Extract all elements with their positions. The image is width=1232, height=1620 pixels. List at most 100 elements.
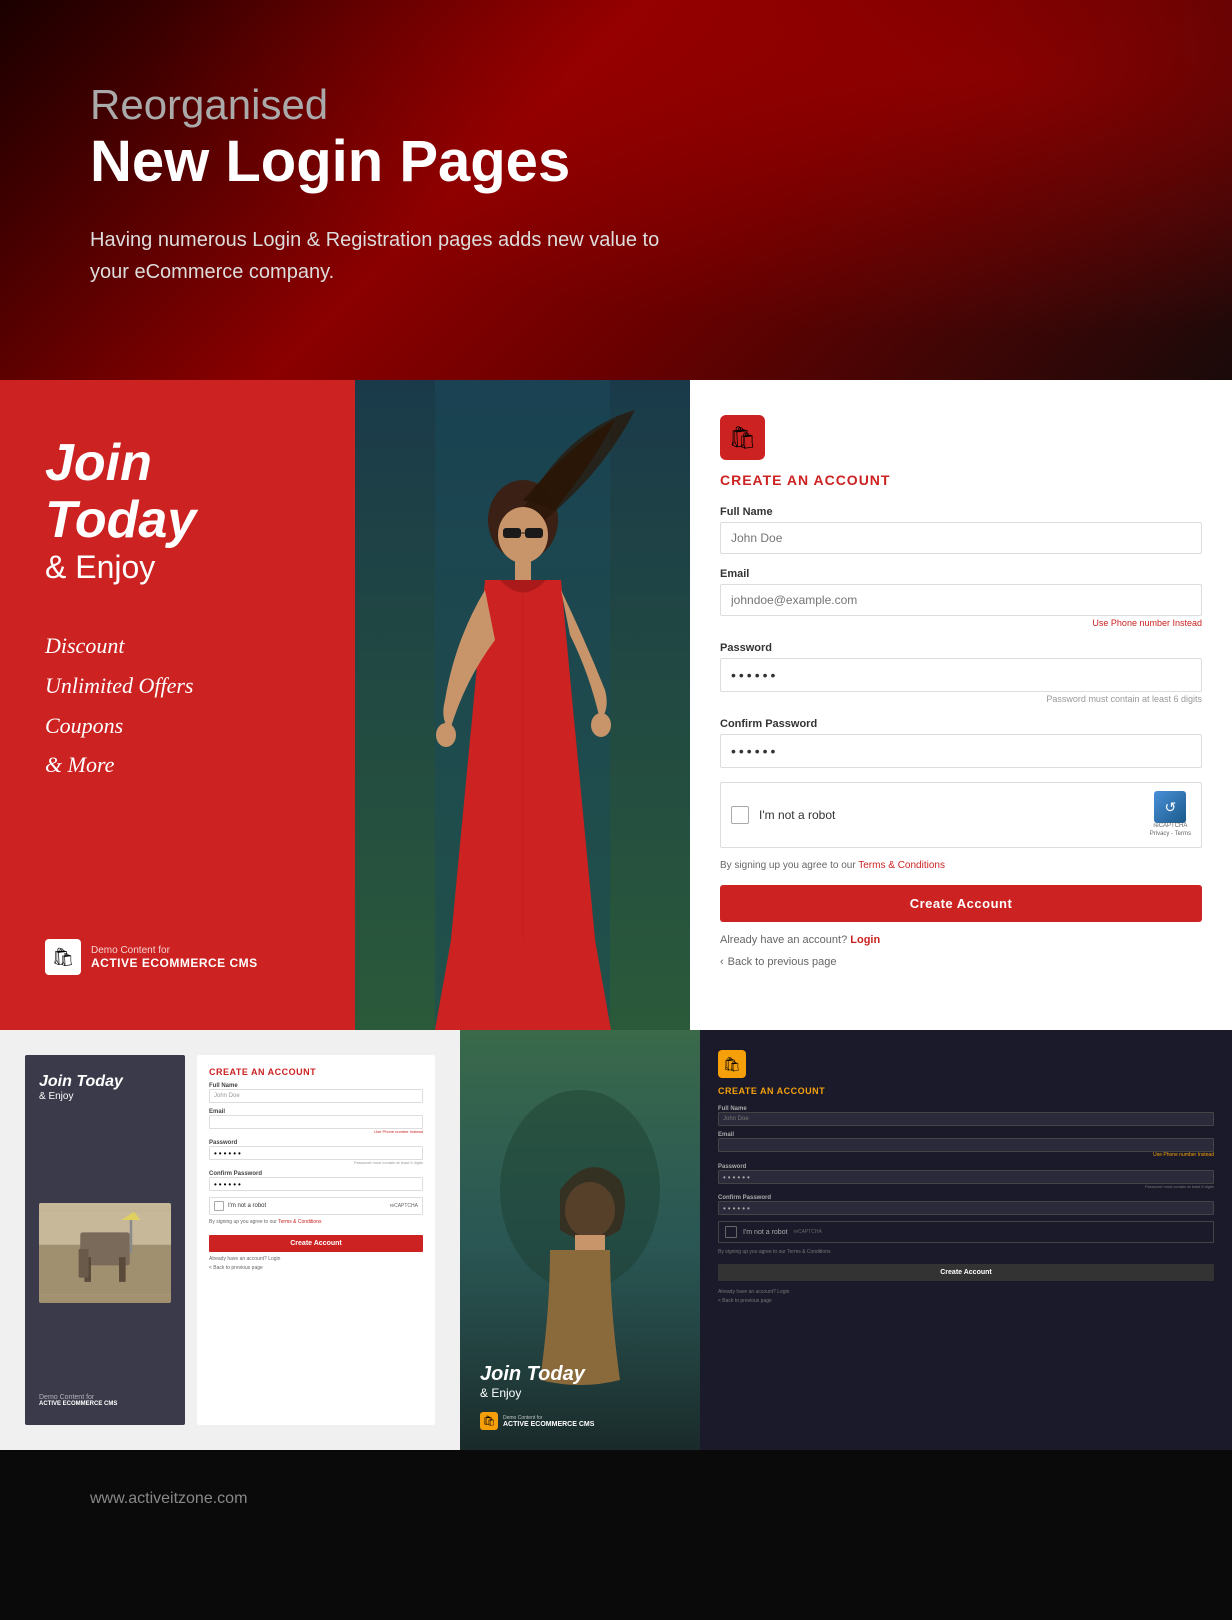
- photo-panel: [355, 380, 690, 1030]
- small-preview-dark-form: 🛍 CREATE AN ACCOUNT Full Name John Doe E…: [700, 1030, 1232, 1450]
- sp1-brand: Demo Content for ACTIVE ECOMMERCE CMS: [39, 1394, 171, 1407]
- feature-discount: Discount: [45, 626, 310, 666]
- sp1-enjoy: & Enjoy: [39, 1091, 171, 1102]
- sp2-join-title: Join Today: [480, 1363, 680, 1386]
- small-preview-car: Join Today & Enjoy 🛍 Demo Content for AC…: [460, 1030, 700, 1450]
- sp1-dark-panel: Join Today & Enjoy: [25, 1055, 185, 1425]
- terms-link[interactable]: Terms & Conditions: [858, 860, 945, 871]
- brand-text: Demo Content for ACTIVE ECOMMERCE CMS: [91, 945, 258, 970]
- sp1-room-image: [39, 1203, 171, 1303]
- sp3-email-field: Email Use Phone number Instead: [718, 1132, 1214, 1158]
- sp1-password-input[interactable]: ••••••: [209, 1146, 423, 1160]
- full-name-field: Full Name: [720, 506, 1202, 554]
- sp3-confirm-input[interactable]: ••••••: [718, 1201, 1214, 1215]
- login-row: Already have an account? Login: [720, 934, 1202, 946]
- sp1-form-title: CREATE AN ACCOUNT: [209, 1067, 423, 1077]
- confirm-label: Confirm Password: [720, 718, 1202, 730]
- sp1-join-title: Join Today: [39, 1073, 171, 1091]
- recaptcha-text: reCAPTCHAPrivacy - Terms: [1150, 823, 1191, 839]
- sp1-create-btn[interactable]: Create Account: [209, 1235, 423, 1252]
- form-panel: 🛍 CREATE AN ACCOUNT Full Name Email Use …: [690, 380, 1232, 1030]
- sp3-title: CREATE AN ACCOUNT: [718, 1086, 1214, 1096]
- room-svg: [39, 1203, 171, 1303]
- email-label: Email: [720, 568, 1202, 580]
- password-hint: Password must contain at least 6 digits: [720, 694, 1202, 704]
- password-label: Password: [720, 642, 1202, 654]
- sp2-enjoy: & Enjoy: [480, 1386, 680, 1400]
- sp3-captcha-label: I'm not a robot: [743, 1229, 788, 1236]
- join-title: Join Today & Enjoy: [45, 435, 310, 586]
- create-account-button[interactable]: Create Account: [720, 885, 1202, 922]
- sp1-back-link[interactable]: < Back to previous page: [209, 1265, 423, 1271]
- sp2-brand: 🛍 Demo Content for ACTIVE ECOMMERCE CMS: [480, 1412, 680, 1430]
- feature-unlimited: Unlimited Offers: [45, 666, 310, 706]
- sp3-confirm-field: Confirm Password ••••••: [718, 1195, 1214, 1215]
- sp1-terms: By signing up you agree to our Terms & C…: [209, 1219, 423, 1225]
- sp3-email-input[interactable]: [718, 1138, 1214, 1152]
- sp1-fullname-field: Full Name John Doe: [209, 1083, 423, 1103]
- confirm-password-field: Confirm Password: [720, 718, 1202, 768]
- sp1-login-text: Already have an account? Login: [209, 1256, 423, 1262]
- captcha-row[interactable]: I'm not a robot ↺ reCAPTCHAPrivacy - Ter…: [720, 782, 1202, 848]
- sp1-form: CREATE AN ACCOUNT Full Name John Doe Ema…: [197, 1055, 435, 1425]
- recaptcha-logo: ↺: [1154, 791, 1186, 823]
- footer-url: www.activeitzone.com: [90, 1490, 1142, 1508]
- sp2-brand-name: ACTIVE ECOMMERCE CMS: [503, 1421, 594, 1428]
- brand-footer: 🛍 Demo Content for ACTIVE ECOMMERCE CMS: [45, 939, 310, 975]
- email-field: Email Use Phone number Instead: [720, 568, 1202, 628]
- header-title: New Login Pages: [90, 130, 1142, 194]
- sp1-fullname-input[interactable]: John Doe: [209, 1089, 423, 1103]
- phone-hint: Use Phone number Instead: [720, 618, 1202, 628]
- brand-icon: 🛍: [45, 939, 81, 975]
- sp1-confirm-input[interactable]: ••••••: [209, 1177, 423, 1191]
- password-input[interactable]: [720, 658, 1202, 692]
- sp1-email-field: Email Use Phone number Instead: [209, 1109, 423, 1134]
- sp3-login-text: Already have an account? Login: [718, 1289, 1214, 1295]
- captcha-checkbox[interactable]: [731, 806, 749, 824]
- sp3-fullname-input[interactable]: John Doe: [718, 1112, 1214, 1126]
- woman-figure-svg: [355, 380, 690, 1030]
- red-panel: Join Today & Enjoy Discount Unlimited Of…: [0, 380, 355, 1030]
- car-background: Join Today & Enjoy 🛍 Demo Content for AC…: [460, 1030, 700, 1450]
- sp2-text: Join Today & Enjoy 🛍 Demo Content for AC…: [480, 1363, 680, 1430]
- feature-coupons: Coupons: [45, 706, 310, 746]
- small-preview-light: Join Today & Enjoy: [0, 1030, 460, 1450]
- confirm-password-input[interactable]: [720, 734, 1202, 768]
- captcha-label: I'm not a robot: [759, 808, 1140, 822]
- previews-wrapper: Join Today & Enjoy Discount Unlimited Of…: [0, 380, 1232, 1450]
- form-title: CREATE AN ACCOUNT: [720, 472, 1202, 488]
- sp2-brand-icon: 🛍: [480, 1412, 498, 1430]
- feature-more: & More: [45, 745, 310, 785]
- sp3-recaptcha: reCAPTCHA: [794, 1229, 822, 1235]
- sp3-fullname-field: Full Name John Doe: [718, 1106, 1214, 1126]
- sp3-captcha: I'm not a robot reCAPTCHA: [718, 1221, 1214, 1243]
- sp1-password-field: Password •••••• Password must contain at…: [209, 1140, 423, 1165]
- sp3-create-btn[interactable]: Create Account: [718, 1264, 1214, 1281]
- sp3-phone-hint: Use Phone number Instead: [718, 1152, 1214, 1158]
- login-link[interactable]: Login: [850, 934, 880, 946]
- sp3-logo: 🛍: [718, 1050, 746, 1078]
- sp1-captcha-check[interactable]: [214, 1201, 224, 1211]
- sp1-email-input[interactable]: [209, 1115, 423, 1129]
- full-name-label: Full Name: [720, 506, 1202, 518]
- terms-text: By signing up you agree to our Terms & C…: [720, 860, 1202, 871]
- password-field: Password Password must contain at least …: [720, 642, 1202, 704]
- header-subtitle: Reorganised: [90, 80, 1142, 130]
- email-input[interactable]: [720, 584, 1202, 616]
- sp3-password-input[interactable]: ••••••: [718, 1170, 1214, 1184]
- photo-background: [355, 380, 690, 1030]
- sp3-back-link[interactable]: < Back to previous page: [718, 1298, 1214, 1304]
- header-description: Having numerous Login & Registration pag…: [90, 224, 670, 288]
- sp3-terms: By signing up you agree to our Terms & C…: [718, 1249, 1214, 1255]
- footer: www.activeitzone.com: [0, 1450, 1232, 1548]
- back-link[interactable]: ‹ Back to previous page: [720, 956, 1202, 968]
- sp3-captcha-check[interactable]: [725, 1226, 737, 1238]
- large-preview: Join Today & Enjoy Discount Unlimited Of…: [0, 380, 1232, 1030]
- sp1-captcha-label: I'm not a robot: [228, 1203, 386, 1209]
- header-section: Reorganised New Login Pages Having numer…: [0, 0, 1232, 380]
- full-name-input[interactable]: [720, 522, 1202, 554]
- sp1-confirm-field: Confirm Password ••••••: [209, 1171, 423, 1191]
- sp1-captcha: I'm not a robot reCAPTCHA: [209, 1197, 423, 1215]
- form-logo: 🛍: [720, 415, 765, 460]
- features-list: Discount Unlimited Offers Coupons & More: [45, 626, 310, 784]
